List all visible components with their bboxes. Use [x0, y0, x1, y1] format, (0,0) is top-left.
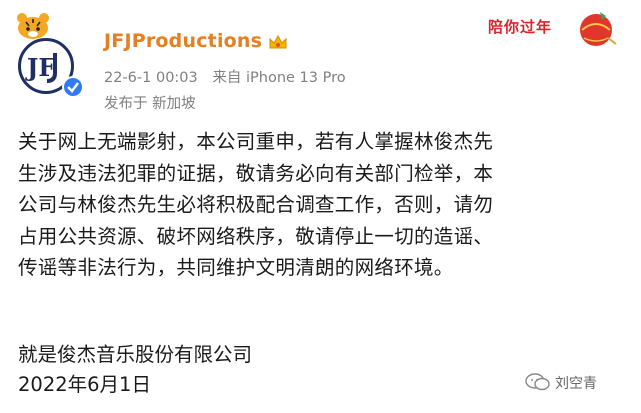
avatar-group[interactable]: JF — [8, 10, 92, 98]
signature-date: 2022年6月1日 — [18, 373, 151, 396]
wechat-icon — [525, 373, 550, 391]
source-device: 来自 iPhone 13 Pro — [212, 70, 346, 86]
crown-icon — [269, 34, 287, 49]
timestamp: 22-6-1 00:03 — [104, 70, 198, 86]
post-text-line: 公司与林俊杰先生必将积极配合调查工作，否则，请勿 — [18, 193, 494, 217]
post-location: 发布于 新加坡 — [104, 96, 196, 112]
post-text-line: 生涉及违法犯罪的证据，敬请务必向有关部门检举，本 — [18, 161, 494, 185]
post-text-line: 关于网上无端影射，本公司重申，若有人掌握林俊杰先 — [18, 130, 494, 153]
signature: 就是俊杰音乐股份有限公司 2022年6月1日 — [18, 340, 252, 400]
watermark-text: 刘空青 — [555, 376, 597, 392]
post-text-line: 占用公共资源、破坏网络秩序，敬请停止一切的造谣、 — [18, 224, 494, 248]
post-meta: 22-6-1 00:03 来自 iPhone 13 Pro — [104, 66, 356, 87]
post-text-line: 传谣等非法行为，共同维护文明清朗的网络环境。 — [18, 256, 454, 280]
verified-check-icon — [62, 76, 84, 98]
badge-label: 陪你过年 — [488, 18, 553, 36]
new-year-badge[interactable]: 陪你过年 — [486, 8, 618, 46]
svg-text:JF: JF — [25, 53, 55, 82]
signature-company: 就是俊杰音乐股份有限公司 — [18, 343, 253, 366]
tiger-icon — [17, 13, 49, 39]
username[interactable]: JFJProductions — [104, 30, 262, 52]
post-header: JF JFJProductions 22-6-1 00:03 来自 iPhone… — [0, 0, 641, 120]
lantern-icon — [580, 12, 617, 46]
post-body: 关于网上无端影射，本公司重申，若有人掌握林俊杰先 生涉及违法犯罪的证据，敬请务必… — [18, 126, 628, 284]
